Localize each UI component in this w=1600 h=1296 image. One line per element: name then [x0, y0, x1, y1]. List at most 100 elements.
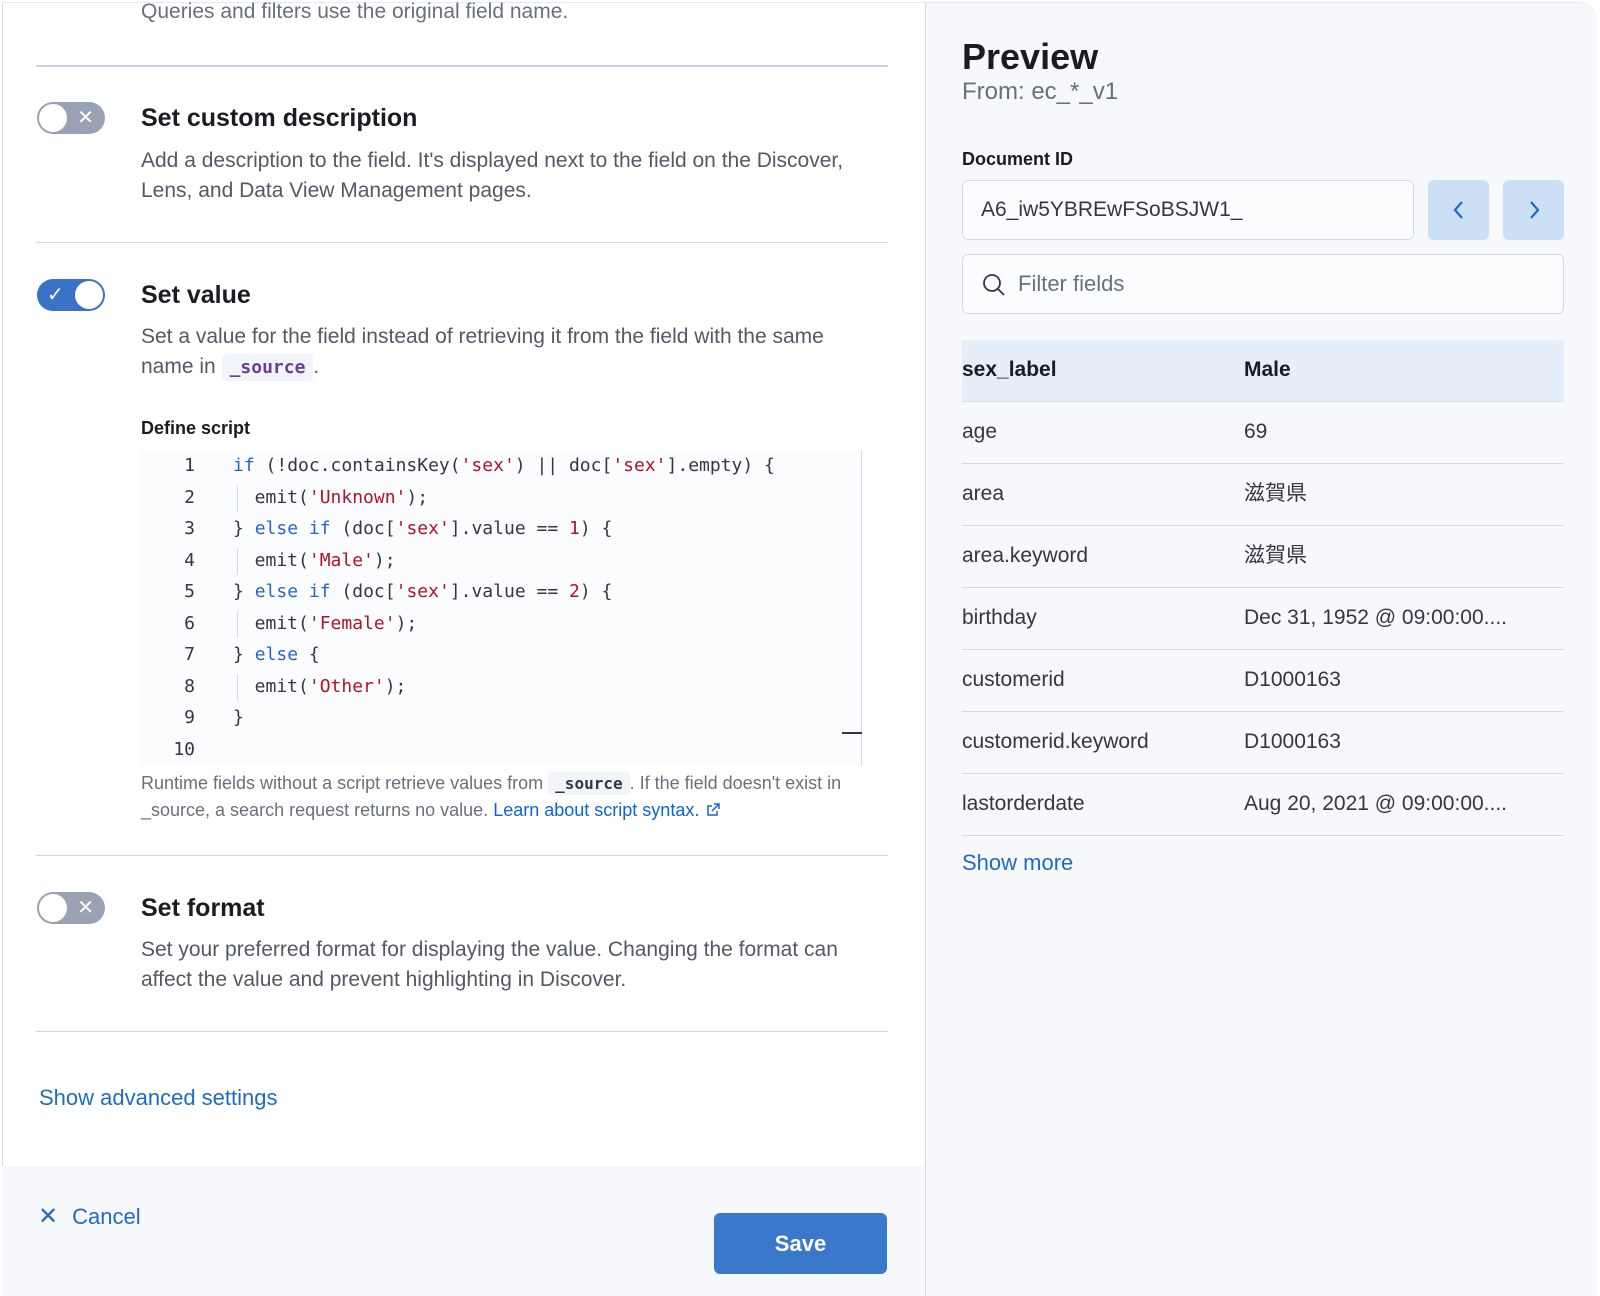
save-button[interactable]: Save [714, 1213, 887, 1274]
script-syntax-link[interactable]: Learn about script syntax. [493, 800, 699, 820]
field-value: 69 [1244, 420, 1268, 443]
field-value: 滋賀県 [1244, 544, 1307, 567]
field-value: D1000163 [1244, 668, 1341, 691]
search-icon [983, 274, 1005, 296]
previous-document-button[interactable] [1428, 180, 1489, 240]
code-line[interactable]: 7 } else { [141, 639, 320, 670]
field-name: customerid [962, 668, 1065, 691]
preview-fields-list: sex_label Male age 69 area 滋賀県 area.keyword 滋賀県… [962, 340, 1564, 836]
set-value-text-after: . [313, 355, 320, 378]
script-editor[interactable]: 1 if (!doc.containsKey('sex') || doc['sex… [141, 450, 862, 766]
source-code-chip: _source [548, 772, 630, 795]
code-text: } else if (doc['sex'].value == 1) { [233, 518, 613, 539]
line-number: 7 [184, 644, 195, 665]
code-line[interactable]: 1 if (!doc.containsKey('sex') || doc['sex… [141, 450, 775, 481]
field-name: customerid.keyword [962, 730, 1149, 753]
set-format-title: Set format [141, 894, 265, 922]
cross-icon: ✕ [77, 897, 94, 919]
cancel-label: Cancel [72, 1203, 141, 1229]
divider [36, 1031, 888, 1032]
code-text: } else { [233, 644, 320, 665]
code-line[interactable]: 5 } else if (doc['sex'].value == 2) { [141, 576, 612, 607]
set-format-toggle[interactable]: ✕ [37, 892, 105, 924]
indent-guide [237, 673, 238, 701]
line-number: 1 [184, 455, 195, 476]
show-more-link[interactable]: Show more [962, 850, 1073, 876]
code-text: emit('Unknown'); [233, 486, 429, 508]
line-number: 4 [184, 549, 195, 571]
field-row: customerid D1000163 [962, 650, 1564, 712]
line-number: 10 [173, 738, 195, 760]
chevron-left-icon [1453, 201, 1463, 219]
code-line[interactable]: 8 emit('Other'); [141, 671, 406, 702]
field-name: age [962, 420, 998, 443]
toggle-knob [38, 103, 68, 133]
field-name: sex_label [962, 358, 1057, 381]
code-line[interactable]: 2 emit('Unknown'); [141, 482, 428, 513]
field-name: birthday [962, 606, 1037, 629]
close-icon: ✕ [38, 1203, 59, 1230]
field-value: Male [1244, 358, 1291, 381]
field-name: area.keyword [962, 544, 1089, 567]
code-line[interactable]: 3 } else if (doc['sex'].value == 1) { [141, 513, 612, 544]
document-id-label: Document ID [962, 149, 1074, 169]
field-row: area 滋賀県 [962, 464, 1564, 526]
field-name: area [962, 482, 1005, 505]
field-value: 滋賀県 [1244, 482, 1307, 505]
line-number: 6 [184, 612, 195, 634]
custom-description-title: Set custom description [141, 104, 418, 132]
code-line[interactable]: 10 [141, 734, 233, 765]
code-line[interactable]: 6 emit('Female'); [141, 608, 417, 639]
indent-guide [237, 547, 238, 575]
toggle-knob [74, 280, 104, 310]
line-number: 8 [184, 675, 195, 697]
script-help-text: Runtime fields without a script retrieve… [141, 770, 861, 823]
external-link-icon [707, 803, 721, 816]
field-row: birthday Dec 31, 1952 @ 09:00:00.... [962, 588, 1564, 650]
divider [36, 65, 888, 67]
field-row: customerid.keyword D1000163 [962, 712, 1564, 774]
cancel-button[interactable]: ✕ Cancel [38, 1202, 141, 1231]
field-name: lastorderdate [962, 792, 1085, 815]
line-number: 5 [184, 581, 195, 602]
preview-title: Preview [962, 36, 1099, 77]
divider [36, 242, 888, 243]
field-row: area.keyword 滋賀県 [962, 526, 1564, 588]
field-row: sex_label Male [962, 340, 1564, 402]
set-format-text: Set your preferred format for displaying… [141, 938, 838, 991]
code-text: if (!doc.containsKey('sex') || doc['sex'… [233, 455, 775, 476]
code-line[interactable]: 4 emit('Male'); [141, 545, 396, 576]
custom-description-toggle[interactable]: ✕ [37, 102, 105, 134]
cross-icon: ✕ [77, 107, 94, 129]
divider [36, 855, 888, 856]
help-text-before: Runtime fields without a script retrieve… [141, 773, 544, 793]
set-value-toggle[interactable]: ✓ [37, 279, 105, 311]
toggle-knob [38, 893, 68, 923]
code-line[interactable]: 9} [141, 702, 244, 733]
code-text: } [233, 707, 244, 728]
indent-guide [237, 610, 238, 638]
code-text: } else if (doc['sex'].value == 2) { [233, 581, 613, 602]
field-value: Dec 31, 1952 @ 09:00:00.... [1244, 606, 1507, 629]
source-code-chip: _source [221, 354, 314, 381]
filter-placeholder: Filter fields [1018, 271, 1125, 296]
code-text: emit('Male'); [233, 549, 396, 571]
line-number: 3 [184, 518, 195, 539]
field-row: lastorderdate Aug 20, 2021 @ 09:00:00.... [962, 774, 1564, 836]
next-document-button[interactable] [1503, 180, 1564, 240]
define-script-label: Define script [141, 418, 251, 438]
filter-fields-input[interactable]: Filter fields [962, 254, 1564, 314]
chevron-right-icon [1529, 201, 1539, 219]
code-text: emit('Female'); [233, 612, 418, 634]
line-number: 2 [184, 486, 195, 508]
field-row: age 69 [962, 402, 1564, 464]
check-icon: ✓ [47, 284, 64, 306]
document-id-input[interactable]: A6_iw5YBREwFSoBSJW1_ [962, 180, 1414, 240]
intro-text: Queries and filters use the original fie… [141, 0, 569, 23]
custom-description-text: Add a description to the field. It's dis… [141, 149, 844, 202]
preview-source: From: ec_*_v1 [962, 78, 1119, 105]
editor-scrollbar[interactable] [842, 732, 862, 734]
line-number: 9 [184, 707, 195, 728]
code-text: emit('Other'); [233, 675, 407, 697]
show-advanced-settings-link[interactable]: Show advanced settings [39, 1085, 278, 1111]
